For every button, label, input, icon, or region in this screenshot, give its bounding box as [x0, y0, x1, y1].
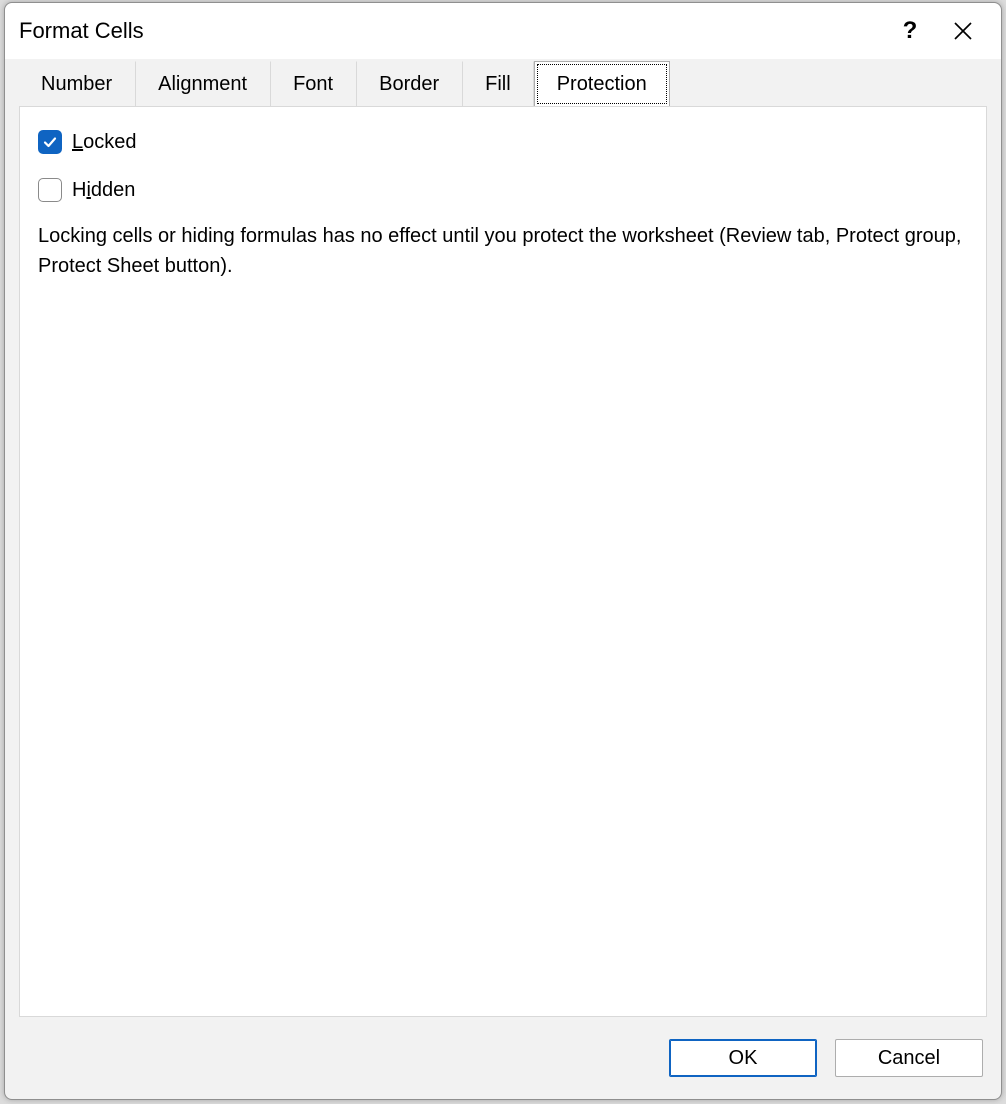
locked-checkbox-row[interactable]: Locked: [38, 125, 968, 159]
tab-font[interactable]: Font: [270, 61, 356, 107]
tab-label: Alignment: [158, 73, 247, 96]
locked-label: Locked: [72, 131, 137, 154]
tab-label: Border: [379, 73, 439, 96]
cancel-button-label: Cancel: [878, 1047, 940, 1070]
help-button[interactable]: ?: [887, 3, 933, 59]
tab-number[interactable]: Number: [19, 61, 135, 107]
help-icon: ?: [903, 17, 918, 45]
tab-alignment[interactable]: Alignment: [135, 61, 270, 107]
protection-description: Locking cells or hiding formulas has no …: [38, 221, 968, 281]
format-cells-dialog: Format Cells ? Number Alignment Font Bor…: [4, 2, 1002, 1100]
dialog-title: Format Cells: [19, 18, 144, 44]
hidden-checkbox[interactable]: [38, 178, 62, 202]
close-button[interactable]: [933, 3, 993, 59]
check-icon: [42, 134, 58, 150]
ok-button[interactable]: OK: [669, 1039, 817, 1077]
tabstrip: Number Alignment Font Border Fill Protec…: [5, 59, 1001, 106]
tab-label: Fill: [485, 73, 511, 96]
tab-label: Font: [293, 73, 333, 96]
tab-protection[interactable]: Protection: [534, 61, 670, 107]
tab-fill[interactable]: Fill: [462, 61, 534, 107]
protection-panel: Locked Hidden Locking cells or hiding fo…: [19, 106, 987, 1017]
cancel-button[interactable]: Cancel: [835, 1039, 983, 1077]
titlebar: Format Cells ?: [5, 3, 1001, 59]
locked-checkbox[interactable]: [38, 130, 62, 154]
tab-label: Protection: [557, 73, 647, 96]
dialog-footer: OK Cancel: [5, 1017, 1001, 1099]
hidden-checkbox-row[interactable]: Hidden: [38, 173, 968, 207]
close-icon: [954, 22, 972, 40]
ok-button-label: OK: [729, 1047, 758, 1070]
hidden-label: Hidden: [72, 179, 135, 202]
tab-label: Number: [41, 73, 112, 96]
tab-border[interactable]: Border: [356, 61, 462, 107]
